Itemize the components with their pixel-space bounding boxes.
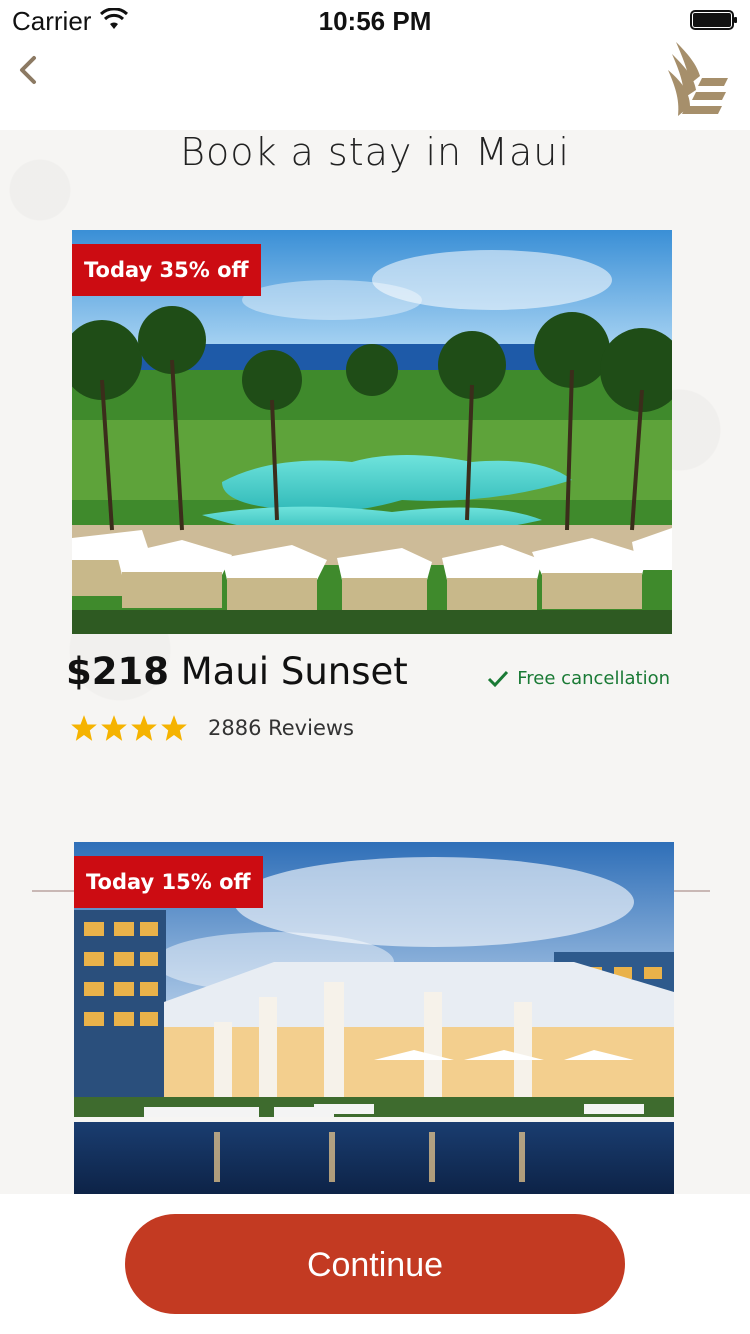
free-cancellation-label: Free cancellation [517,668,670,689]
star-icon [131,715,157,741]
discount-badge: Today 35% off [72,244,261,296]
checkmark-icon [488,670,509,687]
status-bar: Carrier 10:56 PM [0,0,750,40]
star-icon [161,715,187,741]
hotel-list[interactable]: Book a stay in Maui Today 35% off $218 M… [0,130,750,1194]
discount-badge: Today 15% off [74,856,263,908]
star-rating: 2886 Reviews [70,714,354,742]
screen: Carrier 10:56 PM Book a stay in Maui Tod… [0,0,750,1334]
footer: Continue [0,1194,750,1334]
airline-logo-icon [668,42,728,116]
nav-bar [0,40,750,130]
hotel-info: $218 Maui Sunset Free cancellation 2886 … [0,650,750,780]
battery-icon [690,10,737,30]
hotel-name: Maui Sunset [180,650,408,693]
back-button[interactable] [10,50,50,90]
star-icon [101,715,127,741]
hotel-photo[interactable]: Today 15% off [74,842,674,1194]
free-cancellation: Free cancellation [487,668,670,689]
price-and-name: $218 Maui Sunset [66,650,408,693]
continue-button[interactable]: Continue [125,1214,625,1314]
hotel-price: $218 [66,650,169,693]
page-title: Book a stay in Maui [180,130,570,174]
status-time: 10:56 PM [318,6,432,36]
review-count: 2886 Reviews [208,716,354,740]
star-icon [71,715,97,741]
hotel-photo[interactable]: Today 35% off [72,230,672,634]
